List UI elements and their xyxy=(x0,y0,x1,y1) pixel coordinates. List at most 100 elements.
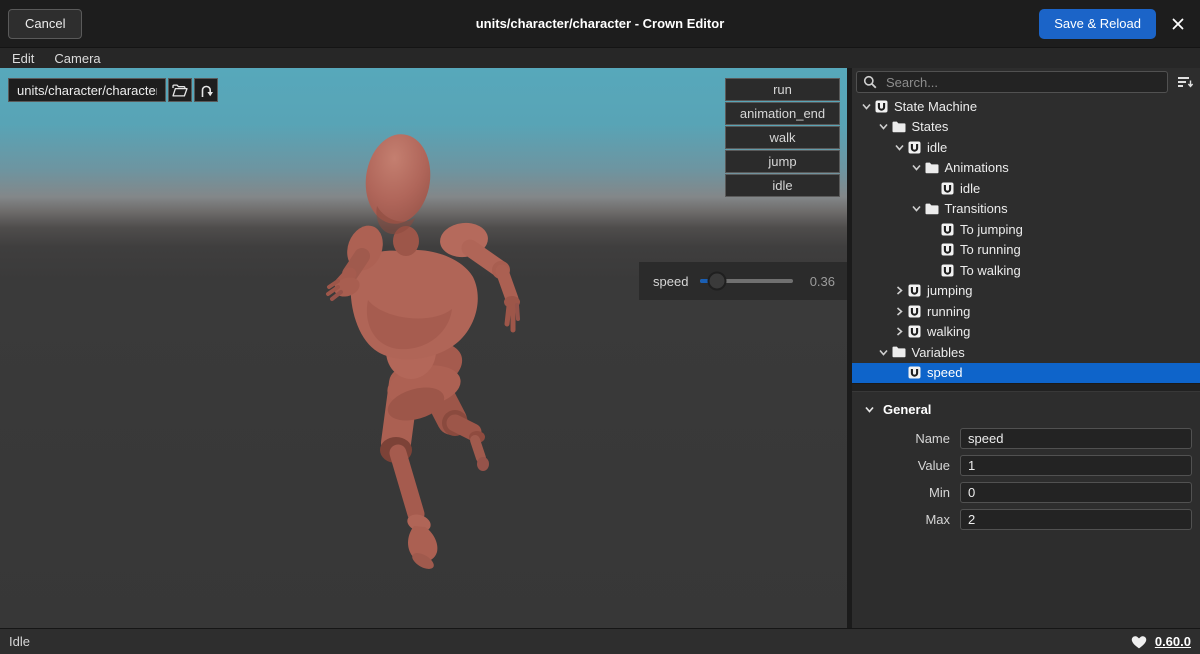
version-link[interactable]: 0.60.0 xyxy=(1155,634,1191,649)
title-bar: Cancel units/character/character - Crown… xyxy=(0,0,1200,47)
tree-item-idle[interactable]: idle xyxy=(852,137,1200,158)
unit-icon xyxy=(941,223,954,236)
properties-panel: General Name Value Min Max xyxy=(852,392,1200,530)
tree-item-label: Transitions xyxy=(945,201,1008,216)
right-panel: State Machine States idle Animations idle Tra… xyxy=(847,68,1200,628)
menu-camera[interactable]: Camera xyxy=(44,51,110,66)
search-box[interactable] xyxy=(856,71,1168,93)
tree-item-variables[interactable]: Variables xyxy=(852,342,1200,363)
speed-slider-track[interactable] xyxy=(700,279,793,283)
character-model xyxy=(0,68,847,628)
tree-item-label: jumping xyxy=(927,283,973,298)
status-text: Idle xyxy=(9,634,30,649)
search-icon xyxy=(863,75,877,89)
tree-item-speed[interactable]: speed xyxy=(852,363,1200,384)
search-input[interactable] xyxy=(884,74,1161,91)
event-button-idle[interactable]: idle xyxy=(725,174,840,197)
chevron-right-icon[interactable] xyxy=(891,285,908,296)
event-button-animation-end[interactable]: animation_end xyxy=(725,102,840,125)
property-label-name: Name xyxy=(852,431,960,446)
folder-icon xyxy=(925,203,939,215)
reload-resource-button[interactable] xyxy=(194,78,218,102)
property-rows: Name Value Min Max xyxy=(852,428,1200,530)
main-area: runanimation_endwalkjumpidle speed 0.36 xyxy=(0,68,1200,628)
chevron-down-icon[interactable] xyxy=(875,347,892,358)
unit-icon xyxy=(908,141,921,154)
tree-item-transitions[interactable]: Transitions xyxy=(852,199,1200,220)
close-button[interactable] xyxy=(1156,0,1200,47)
property-row-min: Min xyxy=(852,482,1200,503)
chevron-down-icon[interactable] xyxy=(858,101,875,112)
reload-arrow-icon xyxy=(199,83,214,98)
sort-descending-icon xyxy=(1177,76,1194,89)
value-field[interactable] xyxy=(960,455,1192,476)
chevron-down-icon[interactable] xyxy=(908,162,925,173)
event-button-run[interactable]: run xyxy=(725,78,840,101)
general-section-header[interactable]: General xyxy=(852,397,1200,422)
menu-edit[interactable]: Edit xyxy=(2,51,44,66)
tree-item-label: speed xyxy=(927,365,962,380)
unit-icon xyxy=(941,243,954,256)
tree-item-animations[interactable]: Animations xyxy=(852,158,1200,179)
min-field[interactable] xyxy=(960,482,1192,503)
tree-item-label: idle xyxy=(960,181,980,196)
tree-item-running[interactable]: running xyxy=(852,301,1200,322)
save-reload-button[interactable]: Save & Reload xyxy=(1039,9,1156,39)
event-button-stack: runanimation_endwalkjumpidle xyxy=(725,78,840,197)
open-resource-button[interactable] xyxy=(168,78,192,102)
chevron-right-icon[interactable] xyxy=(891,306,908,317)
tree-item-to-running[interactable]: To running xyxy=(852,240,1200,261)
tree-item-jumping[interactable]: jumping xyxy=(852,281,1200,302)
unit-icon xyxy=(908,305,921,318)
event-button-jump[interactable]: jump xyxy=(725,150,840,173)
property-label-value: Value xyxy=(852,458,960,473)
speed-slider-value: 0.36 xyxy=(805,274,835,289)
tree-item-to-jumping[interactable]: To jumping xyxy=(852,219,1200,240)
tree-item-states[interactable]: States xyxy=(852,117,1200,138)
tree-item-label: idle xyxy=(927,140,947,155)
folder-icon xyxy=(892,121,906,133)
unit-icon xyxy=(875,100,888,113)
speed-slider-label: speed xyxy=(653,274,688,289)
chevron-down-icon[interactable] xyxy=(875,121,892,132)
search-row xyxy=(852,68,1200,96)
tree-item-walking[interactable]: walking xyxy=(852,322,1200,343)
chevron-right-icon[interactable] xyxy=(891,326,908,337)
property-label-max: Max xyxy=(852,512,960,527)
general-section-title: General xyxy=(883,402,931,417)
tree-item-to-walking[interactable]: To walking xyxy=(852,260,1200,281)
resource-bar xyxy=(8,78,218,102)
unit-icon xyxy=(941,182,954,195)
tree-item-label: walking xyxy=(927,324,970,339)
property-row-max: Max xyxy=(852,509,1200,530)
viewport-3d[interactable]: runanimation_endwalkjumpidle speed 0.36 xyxy=(0,68,847,628)
unit-icon xyxy=(908,366,921,379)
folder-open-icon xyxy=(172,84,188,97)
heart-icon[interactable] xyxy=(1131,635,1147,649)
event-button-walk[interactable]: walk xyxy=(725,126,840,149)
chevron-down-icon[interactable] xyxy=(908,203,925,214)
close-icon xyxy=(1172,18,1184,30)
tree-item-idle[interactable]: idle xyxy=(852,178,1200,199)
max-field[interactable] xyxy=(960,509,1192,530)
tree-item-label: running xyxy=(927,304,970,319)
tree-item-label: State Machine xyxy=(894,99,977,114)
tree-item-label: To running xyxy=(960,242,1021,257)
tree-item-label: To jumping xyxy=(960,222,1023,237)
unit-icon xyxy=(941,264,954,277)
name-field[interactable] xyxy=(960,428,1192,449)
state-machine-tree: State Machine States idle Animations idle Tra… xyxy=(852,96,1200,383)
resource-path-field[interactable] xyxy=(8,78,166,102)
speed-slider-thumb[interactable] xyxy=(708,272,727,291)
tree-item-label: To walking xyxy=(960,263,1021,278)
sort-button[interactable] xyxy=(1173,72,1197,92)
window-title: units/character/character - Crown Editor xyxy=(476,16,725,31)
cancel-button[interactable]: Cancel xyxy=(8,9,82,39)
tree-item-state-machine[interactable]: State Machine xyxy=(852,96,1200,117)
chevron-down-icon xyxy=(864,404,875,415)
tree-item-label: Animations xyxy=(945,160,1009,175)
property-row-name: Name xyxy=(852,428,1200,449)
property-label-min: Min xyxy=(852,485,960,500)
tree-item-label: States xyxy=(912,119,949,134)
chevron-down-icon[interactable] xyxy=(891,142,908,153)
